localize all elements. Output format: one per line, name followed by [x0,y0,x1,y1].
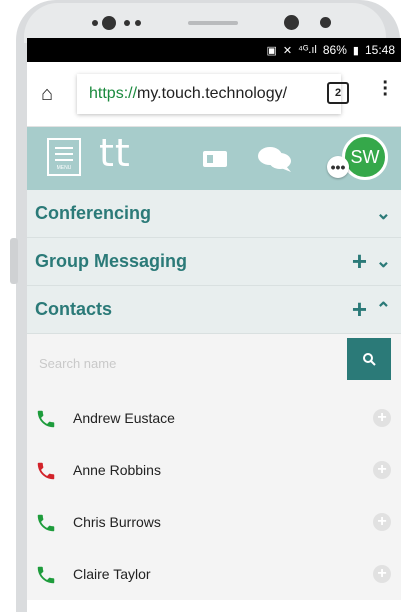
contact-name: Chris Burrows [73,514,161,530]
phone-sensor [102,16,116,30]
app-logo: tt [99,131,131,175]
address-bar[interactable]: https:// my.touch.technology/ [77,74,341,114]
home-icon[interactable]: ⌂ [27,83,67,106]
url-host: my.touch.technology/ [137,85,288,102]
add-contact-icon[interactable]: + [373,461,391,479]
section-conferencing[interactable]: Conferencing ⌄ [27,190,401,238]
contact-name: Anne Robbins [73,462,161,478]
menu-line [55,147,73,149]
phone-available-icon[interactable] [35,564,57,586]
section-group-messaging[interactable]: Group Messaging + ⌄ [27,238,401,286]
search-icon [363,353,376,366]
phone-available-icon[interactable] [35,512,57,534]
battery-level: 86% [322,43,347,57]
add-icon[interactable]: + [352,294,367,325]
avatar[interactable]: SW [342,134,388,180]
menu-label: MENU [56,165,72,171]
phone-sensor [320,17,331,28]
phone-screen: ▣ ✕ ⁴ᴳ.ıl 86% ▮ 15:48 ⌂ https:// my.touc… [27,38,401,612]
add-contact-icon[interactable]: + [373,513,391,531]
menu-line [55,153,73,155]
4g-signal-icon: ⁴ᴳ.ıl [298,44,317,56]
phone-sensor [135,20,141,26]
browser-toolbar: ⌂ https:// my.touch.technology/ 2 · · · [27,62,401,127]
chevron-down-icon[interactable]: ⌄ [376,251,391,272]
add-contact-icon[interactable]: + [373,409,391,427]
search-input[interactable] [37,344,341,382]
phone-available-icon[interactable] [35,408,57,430]
menu-button[interactable]: MENU [47,138,81,176]
add-icon[interactable]: + [352,246,367,277]
contact-card-icon[interactable] [203,151,227,167]
phone-busy-icon[interactable] [35,460,57,482]
status-bubble[interactable]: ••• [327,156,349,178]
section-title: Group Messaging [35,251,188,271]
search-button[interactable] [347,338,391,380]
contact-row[interactable]: Andrew Eustace + [27,392,401,444]
contact-search [27,334,401,392]
contact-row[interactable]: Claire Taylor + [27,548,401,600]
contact-row[interactable]: Chris Burrows + [27,496,401,548]
phone-speaker [188,21,238,25]
contact-name: Andrew Eustace [73,410,175,426]
tab-switcher-button[interactable]: 2 [327,82,349,104]
add-contact-icon[interactable]: + [373,565,391,583]
section-title: Conferencing [35,203,152,223]
phone-side-button [10,238,18,284]
contact-row[interactable]: Anne Robbins + [27,444,401,496]
browser-menu-icon[interactable]: · · · [382,73,389,105]
url-scheme: https:// [89,85,138,102]
clock: 15:48 [364,43,395,57]
status-bar: ▣ ✕ ⁴ᴳ.ıl 86% ▮ 15:48 [27,38,401,62]
section-title: Contacts [35,299,113,319]
chevron-up-icon[interactable]: ⌃ [376,299,391,320]
contact-name: Claire Taylor [73,566,151,582]
chevron-down-icon[interactable]: ⌄ [376,203,391,224]
phone-sensor [92,20,98,26]
battery-icon: ▮ [352,44,359,57]
chat-icon[interactable] [257,145,293,173]
menu-line [55,159,73,161]
app-header: MENU tt SW ••• [27,127,401,190]
screenshot-icon: ▣ [266,44,277,57]
mute-icon: ✕ [282,44,293,57]
front-camera [284,15,299,30]
phone-sensor [124,20,130,26]
section-contacts[interactable]: Contacts + ⌃ [27,286,401,334]
